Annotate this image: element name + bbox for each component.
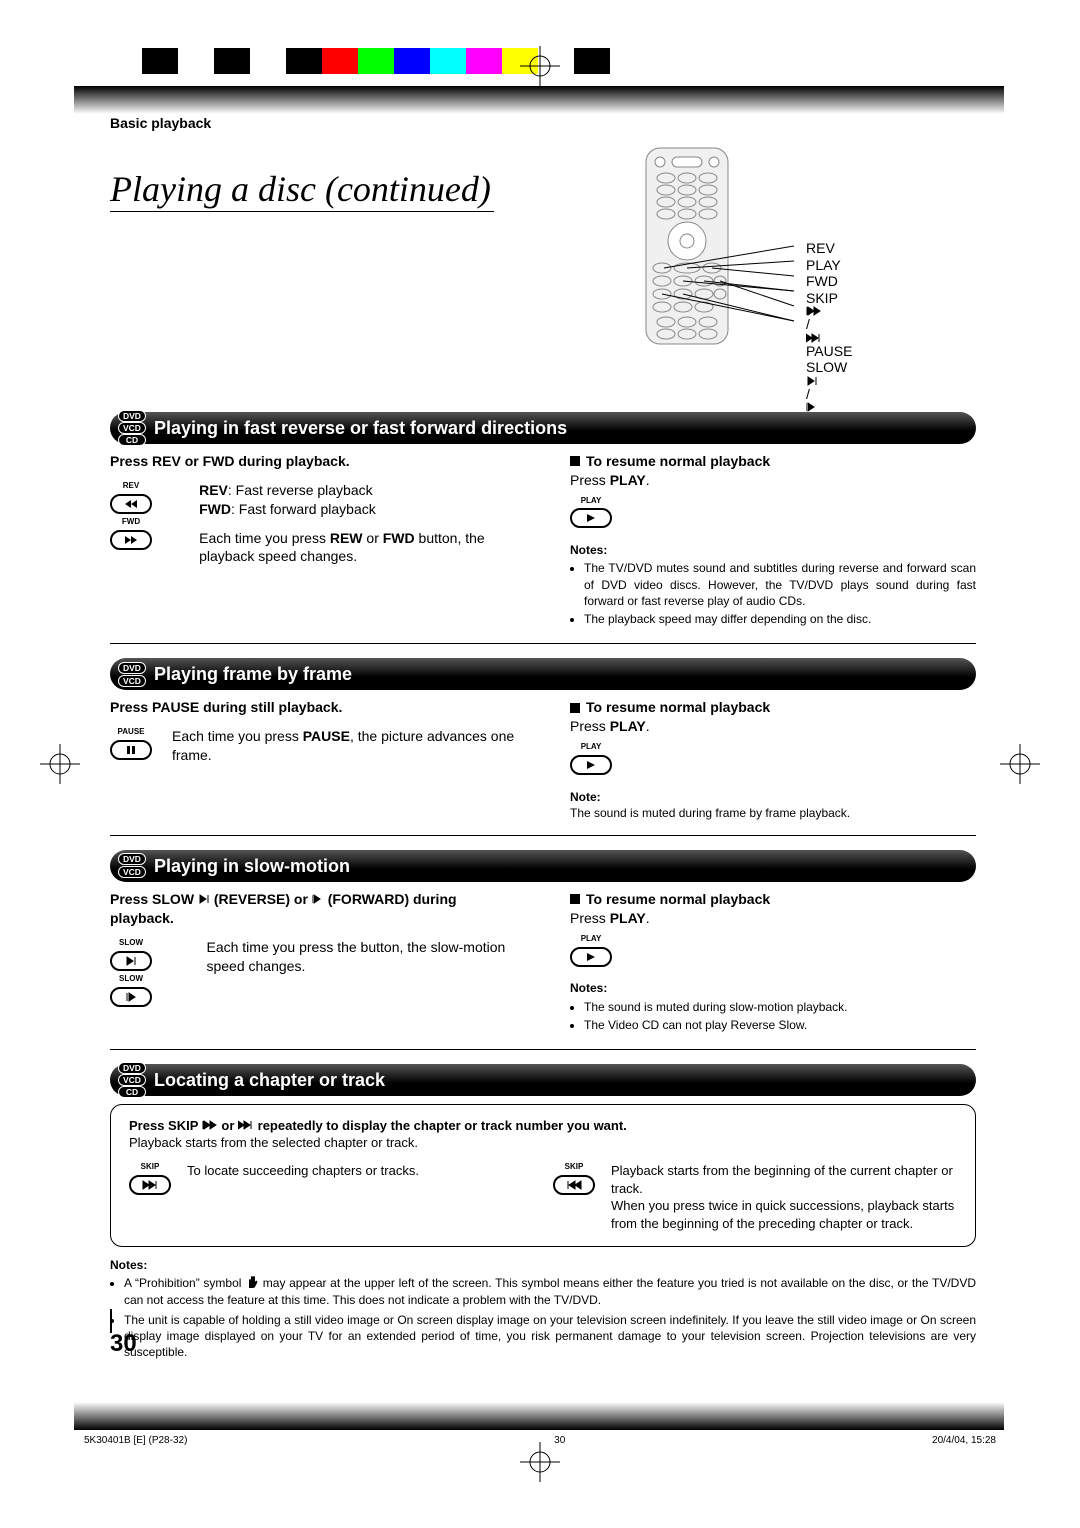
- section-title: Playing in slow-motion: [154, 854, 350, 878]
- section-bar-locating: DVD VCD CD Locating a chapter or track: [110, 1064, 976, 1096]
- skip-fwd-button-icon: SKIP: [129, 1162, 171, 1232]
- remote-label-rev: REV: [806, 240, 852, 257]
- remote-label-slow: SLOW /: [806, 359, 852, 412]
- page-number: 30: [110, 1328, 137, 1360]
- gradient-bottom: [74, 1402, 1004, 1430]
- instruction: Press PAUSE during still playback.: [110, 698, 520, 717]
- disc-badges: DVD VCD: [118, 662, 146, 687]
- square-bullet-icon: [570, 894, 580, 904]
- resume-header: To resume normal playback: [570, 698, 976, 717]
- skip-rev-button-icon: SKIP: [553, 1162, 595, 1232]
- section-title: Playing frame by frame: [154, 662, 352, 686]
- pdf-footer: 5K30401B [E] (P28-32) 30 20/4/04, 15:28: [84, 1435, 996, 1446]
- registration-mark-top: [520, 46, 560, 86]
- registration-mark-bottom: [520, 1442, 560, 1482]
- section-body-locating: Press SKIP or repeatedly to display the …: [110, 1104, 976, 1247]
- section-title: Locating a chapter or track: [154, 1068, 385, 1092]
- fwd-button-icon: FWD: [110, 517, 152, 554]
- content-area: Basic playback Playing a disc (continued…: [110, 110, 976, 1358]
- foot-note-1: A “Prohibition” symbol may appear at the…: [124, 1275, 976, 1307]
- section-body-fastscan: Press REV or FWD during playback. REV FW…: [110, 452, 976, 644]
- remote-label-fwd: FWD: [806, 273, 852, 290]
- square-bullet-icon: [570, 703, 580, 713]
- page: Basic playback Playing a disc (continued…: [0, 0, 1080, 1528]
- instruction: Press REV or FWD during playback.: [110, 452, 520, 471]
- section-title: Playing in fast reverse or fast forward …: [154, 416, 567, 440]
- foot-note-2: The unit is capable of holding a still v…: [124, 1312, 976, 1361]
- square-bullet-icon: [570, 456, 580, 466]
- disc-badges: DVD VCD CD: [118, 410, 146, 446]
- registration-mark-right: [1000, 744, 1040, 784]
- footer-center: 30: [554, 1435, 565, 1446]
- remote-label-skip: SKIP /: [806, 290, 852, 343]
- remote-illustration: REV PLAY FWD SKIP / PAUSE SLOW /: [636, 146, 916, 346]
- section-body-slowmo: Press SLOW (REVERSE) or (FORWARD) during…: [110, 890, 976, 1050]
- section-bar-fastscan: DVD VCD CD Playing in fast reverse or fa…: [110, 412, 976, 444]
- disc-badges: DVD VCD: [118, 853, 146, 878]
- remote-callout-labels: REV PLAY FWD SKIP / PAUSE SLOW /: [806, 240, 852, 412]
- prohibition-hand-icon: [245, 1275, 259, 1289]
- remote-label-pause: PAUSE: [806, 343, 852, 360]
- resume-header: To resume normal playback: [570, 890, 976, 909]
- title-underline: [110, 211, 494, 212]
- play-button-icon: PLAY: [570, 496, 612, 533]
- section-bar-frame: DVD VCD Playing frame by frame: [110, 658, 976, 690]
- resume-header: To resume normal playback: [570, 452, 976, 471]
- instruction: Press SLOW (REVERSE) or (FORWARD) during…: [110, 890, 520, 928]
- rev-button-icon: REV: [110, 481, 152, 518]
- play-button-icon: PLAY: [570, 742, 612, 779]
- footer-right: 20/4/04, 15:28: [932, 1435, 996, 1446]
- notes-list: The sound is muted during slow-motion pl…: [570, 999, 976, 1033]
- notes-list: The TV/DVD mutes sound and subtitles dur…: [570, 560, 976, 627]
- registration-mark-left: [40, 744, 80, 784]
- slow-fwd-button-icon: SLOW: [110, 974, 152, 1011]
- footer-left: 5K30401B [E] (P28-32): [84, 1435, 187, 1446]
- section-body-frame: Press PAUSE during still playback. PAUSE…: [110, 698, 976, 836]
- play-button-icon: PLAY: [570, 934, 612, 971]
- instruction: Press SKIP or repeatedly to display the …: [129, 1117, 957, 1135]
- pause-button-icon: PAUSE: [110, 727, 152, 764]
- running-header: Basic playback: [110, 110, 976, 145]
- remote-label-play: PLAY: [806, 257, 852, 274]
- section-bar-slowmo: DVD VCD Playing in slow-motion: [110, 850, 976, 882]
- slow-rev-button-icon: SLOW: [110, 938, 152, 975]
- footer-notes: Notes: A “Prohibition” symbol may appear…: [110, 1257, 976, 1360]
- disc-badges: DVD VCD CD: [118, 1062, 146, 1098]
